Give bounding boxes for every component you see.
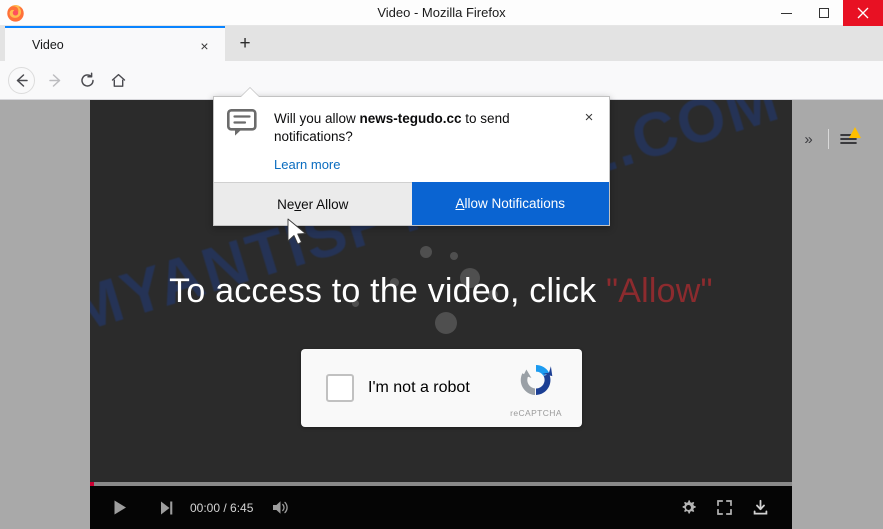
decorative-dot xyxy=(450,252,458,260)
settings-button[interactable] xyxy=(670,486,706,529)
navigation-toolbar: https://news-tegudo.cc/lands/44/?site=10… xyxy=(0,61,883,153)
update-warning-triangle-icon xyxy=(849,127,861,138)
page-headline: To access to the video, click "Allow" xyxy=(90,272,792,311)
recaptcha-checkbox[interactable] xyxy=(326,374,354,402)
play-button[interactable] xyxy=(102,486,138,529)
popup-body: Will you allow news-tegudo.cc to send no… xyxy=(214,97,609,183)
popup-close-button[interactable]: × xyxy=(579,107,599,127)
notification-permission-popup: Will you allow news-tegudo.cc to send no… xyxy=(213,88,610,226)
headline-allow-text: "Allow" xyxy=(606,272,713,310)
window-controls xyxy=(767,0,883,26)
never-allow-pre: Ne xyxy=(277,196,295,212)
next-track-icon xyxy=(160,501,172,514)
title-bar: Video - Mozilla Firefox xyxy=(0,0,883,26)
volume-icon xyxy=(273,501,289,514)
reload-button[interactable] xyxy=(74,67,101,94)
never-allow-button[interactable]: Ne v er Allow xyxy=(214,182,412,225)
app-menu-button[interactable] xyxy=(833,125,863,153)
toolbar-divider xyxy=(828,129,829,149)
fullscreen-icon xyxy=(716,500,732,515)
download-icon xyxy=(753,499,767,515)
forward-button[interactable] xyxy=(42,67,69,94)
reload-icon xyxy=(81,72,94,87)
overflow-menu-button[interactable]: » xyxy=(793,125,824,153)
home-icon xyxy=(111,73,126,87)
recaptcha-logo-icon xyxy=(520,365,553,395)
recaptcha-widget[interactable]: I'm not a robot reCAPTCHA xyxy=(301,349,582,427)
tab-strip: Video × + xyxy=(0,26,883,61)
close-window-button[interactable] xyxy=(843,0,883,26)
new-tab-button[interactable]: + xyxy=(230,29,260,59)
popup-arrow xyxy=(241,88,259,97)
popup-message-domain: news-tegudo.cc xyxy=(359,111,462,126)
minimize-button[interactable] xyxy=(767,0,805,26)
maximize-button[interactable] xyxy=(805,0,843,26)
headline-main-text: To access to the video, click xyxy=(169,272,597,310)
recaptcha-branding: reCAPTCHA xyxy=(503,360,569,418)
tab-close-icon[interactable]: × xyxy=(196,37,213,54)
speech-bubble-icon xyxy=(227,109,257,136)
allow-notifications-button[interactable]: Allow Notifications xyxy=(411,182,609,225)
home-button[interactable] xyxy=(105,67,132,94)
close-icon xyxy=(857,7,869,19)
arrow-right-icon xyxy=(49,74,61,87)
learn-more-link[interactable]: Learn more xyxy=(274,157,595,172)
decorative-dot xyxy=(435,312,457,334)
recaptcha-label: I'm not a robot xyxy=(368,379,470,396)
video-time-display: 00:00 / 6:45 xyxy=(190,500,254,515)
video-control-bar: 00:00 / 6:45 xyxy=(90,486,792,529)
volume-button[interactable] xyxy=(263,486,299,529)
popup-button-row: Ne v er Allow Allow Notifications xyxy=(214,182,609,225)
arrow-left-icon xyxy=(16,74,28,87)
mouse-cursor xyxy=(287,218,306,245)
popup-message: Will you allow news-tegudo.cc to send no… xyxy=(274,110,595,146)
tab-label: Video xyxy=(32,37,64,52)
never-allow-post: er Allow xyxy=(301,196,349,212)
popup-message-prefix: Will you allow xyxy=(274,111,360,126)
recaptcha-brand-text: reCAPTCHA xyxy=(510,408,562,418)
fullscreen-button[interactable] xyxy=(706,486,742,529)
back-button[interactable] xyxy=(8,67,35,94)
allow-accesskey: A xyxy=(455,196,465,211)
tab-video[interactable]: Video × xyxy=(5,26,225,61)
browser-window: Video - Mozilla Firefox Video × + » To a… xyxy=(0,0,883,529)
next-track-button[interactable] xyxy=(148,486,184,529)
window-title: Video - Mozilla Firefox xyxy=(377,5,506,20)
play-icon xyxy=(114,500,126,515)
gear-icon xyxy=(682,500,696,514)
allow-post: llow Notifications xyxy=(464,196,566,211)
never-allow-accesskey: v xyxy=(294,196,302,212)
decorative-dot xyxy=(420,246,432,258)
download-button[interactable] xyxy=(742,486,778,529)
